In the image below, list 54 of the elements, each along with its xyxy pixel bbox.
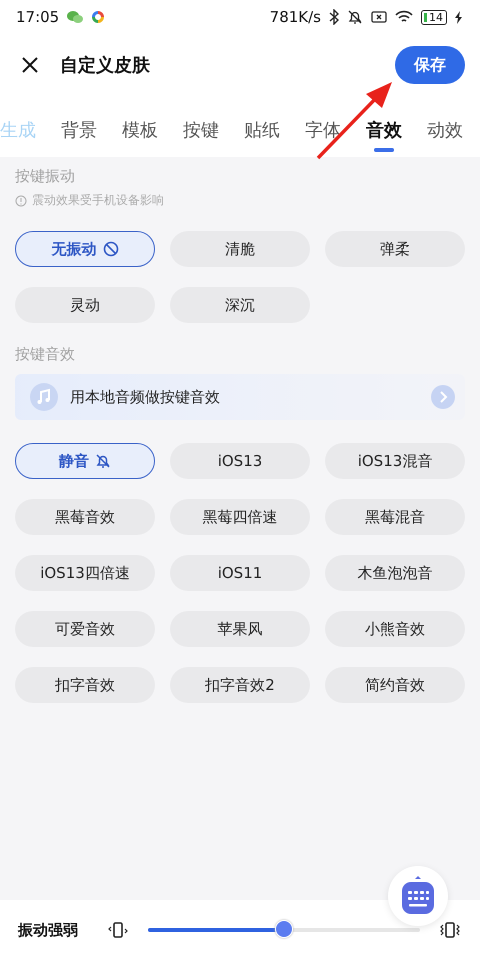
- info-icon: [15, 194, 27, 206]
- sim-icon: [371, 10, 387, 24]
- note-text: 震动效果受手机设备影响: [32, 192, 164, 209]
- tab[interactable]: 按键: [183, 106, 219, 154]
- tab[interactable]: 字体: [305, 106, 341, 154]
- tab[interactable]: 音效: [366, 106, 402, 154]
- vibration-option[interactable]: 弹柔: [325, 231, 465, 267]
- sound-option[interactable]: 黑莓音效: [15, 499, 155, 535]
- sound-option[interactable]: iOS13混音: [325, 443, 465, 479]
- sound-option[interactable]: 苹果风: [170, 611, 310, 647]
- charging-icon: [455, 10, 462, 24]
- app-icon: [91, 10, 106, 24]
- tab[interactable]: 贴纸: [244, 106, 280, 154]
- network-speed: 781K/s: [270, 8, 321, 26]
- section-title: 按键振动: [15, 167, 76, 186]
- save-button[interactable]: 保存: [395, 46, 465, 84]
- local-audio-banner[interactable]: 用本地音频做按键音效: [15, 374, 465, 420]
- vibration-option[interactable]: 深沉: [170, 287, 310, 323]
- vibration-option[interactable]: 灵动: [15, 287, 155, 323]
- page-title: 自定义皮肤: [60, 54, 150, 77]
- bell-off-icon: [347, 9, 363, 25]
- music-note-icon: [30, 383, 58, 411]
- tab[interactable]: 模板: [122, 106, 158, 154]
- sound-option[interactable]: 扣字音效: [15, 667, 155, 703]
- sound-option[interactable]: 静音: [15, 443, 155, 479]
- chevron-right-icon: [431, 385, 455, 409]
- sound-option[interactable]: 简约音效: [325, 667, 465, 703]
- sound-option[interactable]: 黑莓混音: [325, 499, 465, 535]
- sound-option[interactable]: 黑莓四倍速: [170, 499, 310, 535]
- sound-option[interactable]: iOS11: [170, 555, 310, 591]
- vibration-option[interactable]: 清脆: [170, 231, 310, 267]
- bluetooth-icon: [329, 9, 339, 25]
- sound-option[interactable]: 扣字音效2: [170, 667, 310, 703]
- section-title: 按键音效: [15, 345, 76, 364]
- vibration-icon: [108, 921, 128, 939]
- sound-option[interactable]: iOS13: [170, 443, 310, 479]
- status-time: 17:05: [16, 8, 60, 26]
- ban-icon: [102, 241, 118, 257]
- battery-icon: 14: [421, 10, 447, 24]
- chat-app-icon: [67, 10, 84, 24]
- slider-thumb[interactable]: [275, 920, 293, 938]
- slider-label: 振动强弱: [18, 920, 78, 940]
- wifi-icon: [395, 10, 413, 24]
- tab[interactable]: 背景: [61, 106, 97, 154]
- sound-option[interactable]: 可爱音效: [15, 611, 155, 647]
- keyboard-icon: [401, 876, 435, 916]
- tab[interactable]: 动效: [427, 106, 463, 154]
- bell-off-icon: [95, 453, 111, 469]
- sound-option[interactable]: 木鱼泡泡音: [325, 555, 465, 591]
- vibration-icon: [440, 921, 460, 939]
- close-icon[interactable]: [20, 55, 40, 75]
- sound-option[interactable]: iOS13四倍速: [15, 555, 155, 591]
- vibration-option[interactable]: 无振动: [15, 231, 155, 267]
- sound-option[interactable]: 小熊音效: [325, 611, 465, 647]
